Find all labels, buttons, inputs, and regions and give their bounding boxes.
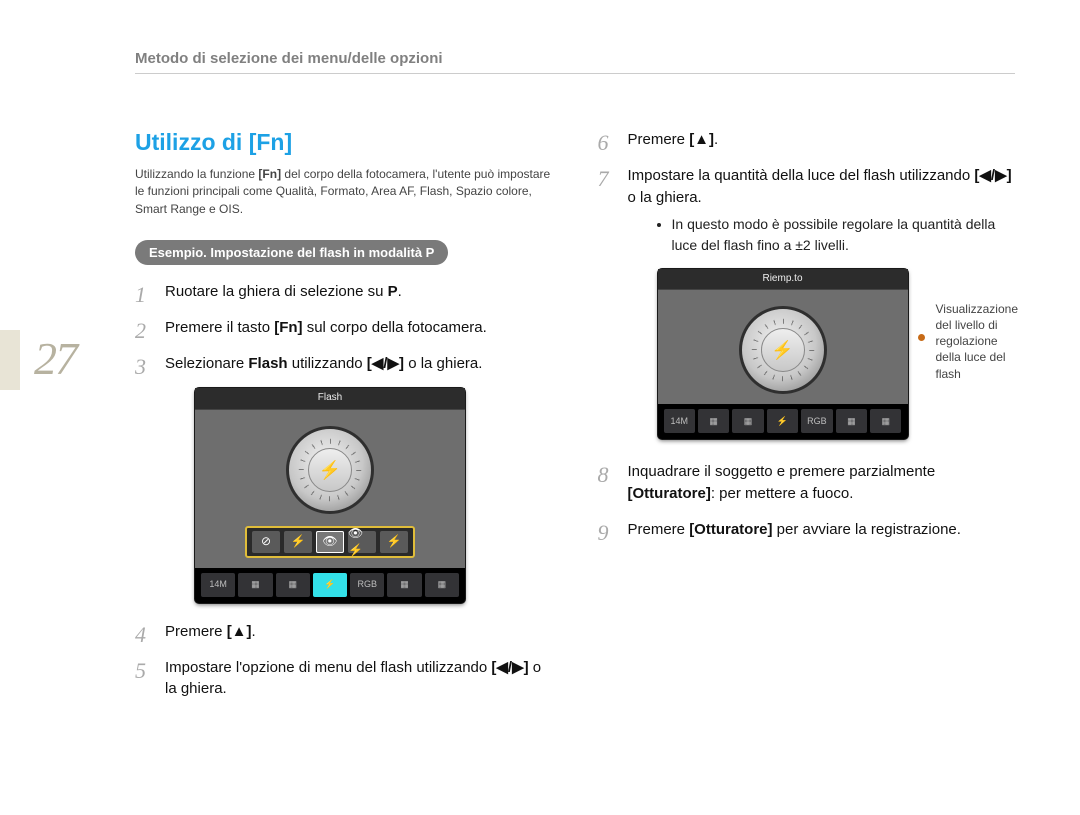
fn-thumb: 14M	[664, 409, 695, 433]
intro-text: Utilizzando la funzione [Fn] del corpo d…	[135, 166, 553, 218]
camera-screen: Flash⚡⊘⚡👁👁⚡⚡14M▦▦⚡RGB▦▦	[195, 388, 465, 603]
fn-thumb: ▦	[238, 573, 272, 597]
flash-option: ⊘	[252, 531, 280, 553]
manual-page: 27 Metodo di selezione dei menu/delle op…	[0, 0, 1080, 815]
fn-thumb: ▦	[698, 409, 729, 433]
step-item: Premere [▲].	[135, 621, 553, 643]
step-item: Impostare la quantità della luce del fla…	[598, 165, 1016, 440]
step-note: In questo modo è possibile regolare la q…	[672, 214, 1016, 255]
page-number: 27	[34, 332, 76, 385]
mode-dial: ⚡	[286, 426, 374, 514]
camera-screen: Riemp.to⚡14M▦▦⚡RGB▦▦	[658, 269, 908, 440]
step-item: Premere il tasto [Fn] sul corpo della fo…	[135, 317, 553, 339]
step-item: Inquadrare il soggetto e premere parzial…	[598, 461, 1016, 505]
fn-thumb: ⚡	[767, 409, 798, 433]
side-tab	[0, 330, 20, 390]
flash-option: 👁	[316, 531, 344, 553]
steps-right: Premere [▲]. Impostare la quantità della …	[598, 129, 1016, 541]
flash-option: ⚡	[284, 531, 312, 553]
fn-thumb: ▦	[732, 409, 763, 433]
step-item: Selezionare Flash utilizzando [◀/▶] o la…	[135, 353, 553, 603]
camera-screen-title: Riemp.to	[658, 269, 908, 291]
fn-thumb: RGB	[350, 573, 384, 597]
fn-thumb-row: 14M▦▦⚡RGB▦▦	[195, 568, 465, 599]
fn-thumb: 14M	[201, 573, 235, 597]
example-pill: Esempio. Impostazione del flash in modal…	[135, 240, 448, 265]
step-item: Impostare l'opzione di menu del flash ut…	[135, 657, 553, 701]
fn-thumb: RGB	[801, 409, 832, 433]
right-column: Premere [▲]. Impostare la quantità della …	[598, 129, 1016, 714]
page-header: Metodo di selezione dei menu/delle opzio…	[135, 50, 1015, 74]
camera-screen-title: Flash	[195, 388, 465, 410]
annotated-screenshot: Riemp.to⚡14M▦▦⚡RGB▦▦Visualizzazione del …	[658, 269, 1016, 440]
fn-thumb: ▦	[836, 409, 867, 433]
flash-option: ⚡	[380, 531, 408, 553]
step-item: Ruotare la ghiera di selezione su P.	[135, 281, 553, 303]
content-columns: Utilizzo di [Fn] Utilizzando la funzione…	[135, 129, 1015, 714]
mode-dial: ⚡	[739, 306, 827, 394]
callout-text: Visualizzazione del livello di regolazio…	[936, 301, 1019, 382]
step-item: Premere [▲].	[598, 129, 1016, 151]
fn-thumb: ▦	[387, 573, 421, 597]
steps-left: Ruotare la ghiera di selezione su P. Prem…	[135, 281, 553, 700]
fn-thumb: ▦	[425, 573, 459, 597]
flash-options-row: ⊘⚡👁👁⚡⚡	[245, 526, 415, 558]
fn-thumb: ▦	[276, 573, 310, 597]
fn-thumb: ⚡	[313, 573, 347, 597]
step-item: Premere [Otturatore] per avviare la regi…	[598, 519, 1016, 541]
flash-option: 👁⚡	[348, 531, 376, 553]
section-title: Utilizzo di [Fn]	[135, 129, 553, 156]
fn-thumb: ▦	[870, 409, 901, 433]
fn-thumb-row: 14M▦▦⚡RGB▦▦	[658, 404, 908, 435]
left-column: Utilizzo di [Fn] Utilizzando la funzione…	[135, 129, 553, 714]
